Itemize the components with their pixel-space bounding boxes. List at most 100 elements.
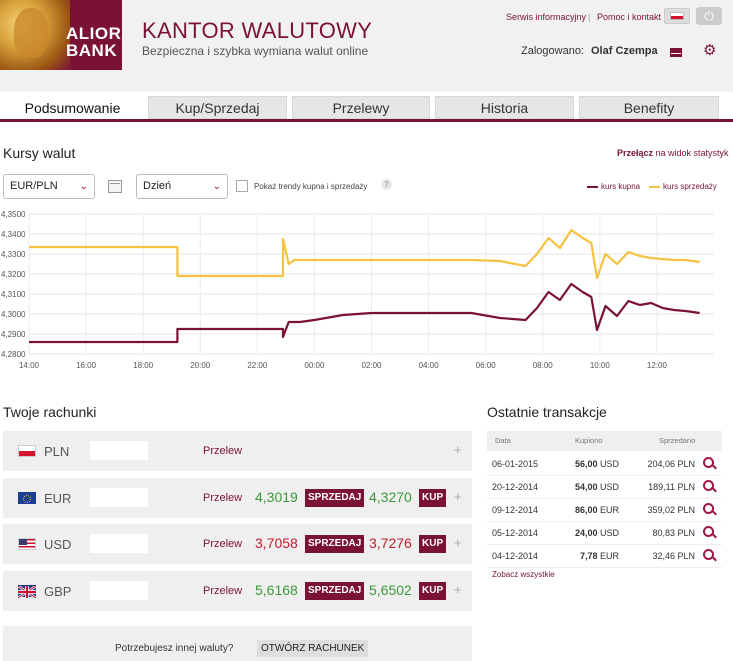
y-tick-label: 4,3000	[1, 310, 26, 319]
open-account-box	[3, 626, 472, 661]
transaction-row: 04-12-2014 7,78 EUR 32,46 PLN	[487, 545, 722, 568]
przelew-link[interactable]: Przelew	[203, 585, 242, 597]
bought-amount: 54,00	[574, 482, 598, 492]
transaction-date: 06-01-2015	[492, 459, 539, 469]
account-code: PLN	[44, 444, 70, 459]
trend-checkbox[interactable]	[236, 180, 248, 192]
account-row-gbp[interactable]: GBP Przelew 5,6168 SPRZEDAJ 5,6502 KUP +	[3, 571, 472, 611]
account-code: GBP	[44, 584, 72, 599]
rates-section-title: Kursy walut	[3, 145, 76, 161]
column-header-data: Data	[495, 436, 511, 445]
transaction-sold: 204,06 PLN	[647, 459, 695, 469]
transaction-row: 06-01-2015 56,00 USD 204,06 PLN	[487, 453, 722, 476]
expand-plus-icon[interactable]: +	[454, 582, 462, 597]
transaction-sold: 32,46 PLN	[652, 551, 695, 561]
account-balance	[90, 441, 148, 460]
y-tick-label: 4,3200	[1, 270, 26, 279]
polish-flag-icon	[670, 12, 684, 20]
kup-button[interactable]: KUP	[419, 535, 447, 553]
alior-bank-logo[interactable]: ALIOR BANK	[0, 0, 122, 70]
expand-plus-icon[interactable]: +	[454, 489, 462, 504]
chevron-down-icon: ⌄	[79, 181, 88, 192]
series-line-kupna	[29, 282, 700, 344]
zoom-icon[interactable]	[703, 480, 714, 491]
transaction-row: 20-12-2014 54,00 USD 189,11 PLN	[487, 476, 722, 499]
zoom-icon[interactable]	[703, 457, 714, 468]
see-all-transactions-link[interactable]: Zobacz wszystkie	[492, 570, 555, 579]
app-subtitle: Bezpieczna i szybka wymiana walut online	[142, 44, 369, 58]
przelew-link[interactable]: Przelew	[203, 538, 242, 550]
trend-checkbox-label: Pokaż trendy kupna i sprzedaży	[254, 182, 368, 191]
sprzedaj-button[interactable]: SPRZEDAJ	[305, 489, 365, 507]
us-flag-canton	[19, 539, 27, 545]
legend-sell-swatch	[649, 186, 660, 188]
x-tick-label: 08:00	[533, 361, 554, 370]
transaction-date: 20-12-2014	[492, 482, 539, 492]
lion-face-icon	[14, 8, 48, 58]
gb-flag-icon	[17, 584, 37, 600]
x-tick-label: 14:00	[19, 361, 40, 370]
eu-flag-icon	[18, 492, 36, 504]
bought-amount: 56,00	[574, 459, 598, 469]
transaction-bought: 56,00 USD	[575, 459, 619, 469]
x-tick-label: 04:00	[419, 361, 440, 370]
language-button[interactable]	[664, 8, 690, 24]
przelew-link[interactable]: Przelew	[203, 445, 242, 457]
switch-link-bold: Przełącz	[617, 148, 654, 158]
period-value: Dzień	[143, 180, 172, 192]
mail-icon[interactable]	[670, 48, 682, 57]
sprzedaj-button[interactable]: SPRZEDAJ	[305, 582, 365, 600]
open-account-button[interactable]: OTWÓRZ RACHUNEK	[257, 640, 369, 657]
bought-amount: 86,00	[574, 505, 598, 515]
period-select[interactable]: Dzień ⌄	[136, 174, 228, 199]
switch-statistics-link[interactable]: Przełącz na widok statystyk	[617, 148, 729, 158]
bought-amount: 7,78	[579, 551, 598, 561]
transactions-section-title: Ostatnie transakcje	[487, 404, 607, 420]
bought-currency: USD	[599, 482, 619, 492]
tab-podsumowanie[interactable]: Podsumowanie	[3, 96, 142, 119]
y-tick-label: 4,3500	[1, 210, 26, 219]
account-balance	[90, 581, 148, 600]
bought-currency: USD	[599, 459, 619, 469]
sprzedaj-button[interactable]: SPRZEDAJ	[305, 535, 365, 553]
tab-kup-sprzedaj[interactable]: Kup/Sprzedaj	[148, 96, 287, 119]
tab-przelewy[interactable]: Przelewy	[292, 96, 430, 119]
buy-rate: 4,3270	[369, 489, 412, 505]
transaction-row: 05-12-2014 24,00 USD 80,83 PLN	[487, 522, 722, 545]
kup-button[interactable]: KUP	[419, 489, 447, 507]
open-account-question: Potrzebujesz innej waluty?	[115, 643, 234, 654]
legend-sell-label: kurs sprzedaży	[663, 182, 717, 191]
account-row-usd[interactable]: USD Przelew 3,7058 SPRZEDAJ 3,7276 KUP +	[3, 524, 472, 564]
link-pomoc-kontakt[interactable]: Pomoc i kontakt	[597, 12, 661, 22]
sell-rate: 4,3019	[255, 489, 298, 505]
expand-plus-icon[interactable]: +	[454, 442, 462, 457]
x-tick-label: 18:00	[133, 361, 154, 370]
transaction-sold: 80,83 PLN	[652, 528, 695, 538]
x-tick-label: 16:00	[76, 361, 97, 370]
pl-flag-icon	[18, 445, 36, 457]
gear-icon[interactable]: ⚙	[703, 41, 716, 59]
link-serwis-informacyjny[interactable]: Serwis informacyjny	[506, 12, 586, 22]
kup-button[interactable]: KUP	[419, 582, 447, 600]
calendar-icon[interactable]	[108, 180, 122, 193]
x-tick-label: 20:00	[190, 361, 211, 370]
logout-power-icon[interactable]: ⏻	[696, 7, 722, 25]
currency-pair-select[interactable]: EUR/PLN ⌄	[3, 174, 95, 199]
x-tick-label: 06:00	[476, 361, 497, 370]
login-label: Zalogowano:	[521, 45, 584, 57]
account-row-pln[interactable]: PLN Przelew +	[3, 431, 472, 471]
expand-plus-icon[interactable]: +	[454, 535, 462, 550]
tab-benefity[interactable]: Benefity	[579, 96, 719, 119]
transaction-row: 09-12-2014 86,00 EUR 359,02 PLN	[487, 499, 722, 522]
przelew-link[interactable]: Przelew	[203, 492, 242, 504]
bought-currency: USD	[599, 528, 619, 538]
buy-rate: 3,7276	[369, 535, 412, 551]
tab-historia[interactable]: Historia	[435, 96, 574, 119]
chevron-down-icon: ⌄	[212, 181, 221, 192]
help-icon[interactable]: ?	[381, 179, 392, 190]
zoom-icon[interactable]	[703, 503, 714, 514]
account-balance	[90, 488, 148, 507]
zoom-icon[interactable]	[703, 549, 714, 560]
account-row-eur[interactable]: EUR Przelew 4,3019 SPRZEDAJ 4,3270 KUP +	[3, 478, 472, 518]
zoom-icon[interactable]	[703, 526, 714, 537]
